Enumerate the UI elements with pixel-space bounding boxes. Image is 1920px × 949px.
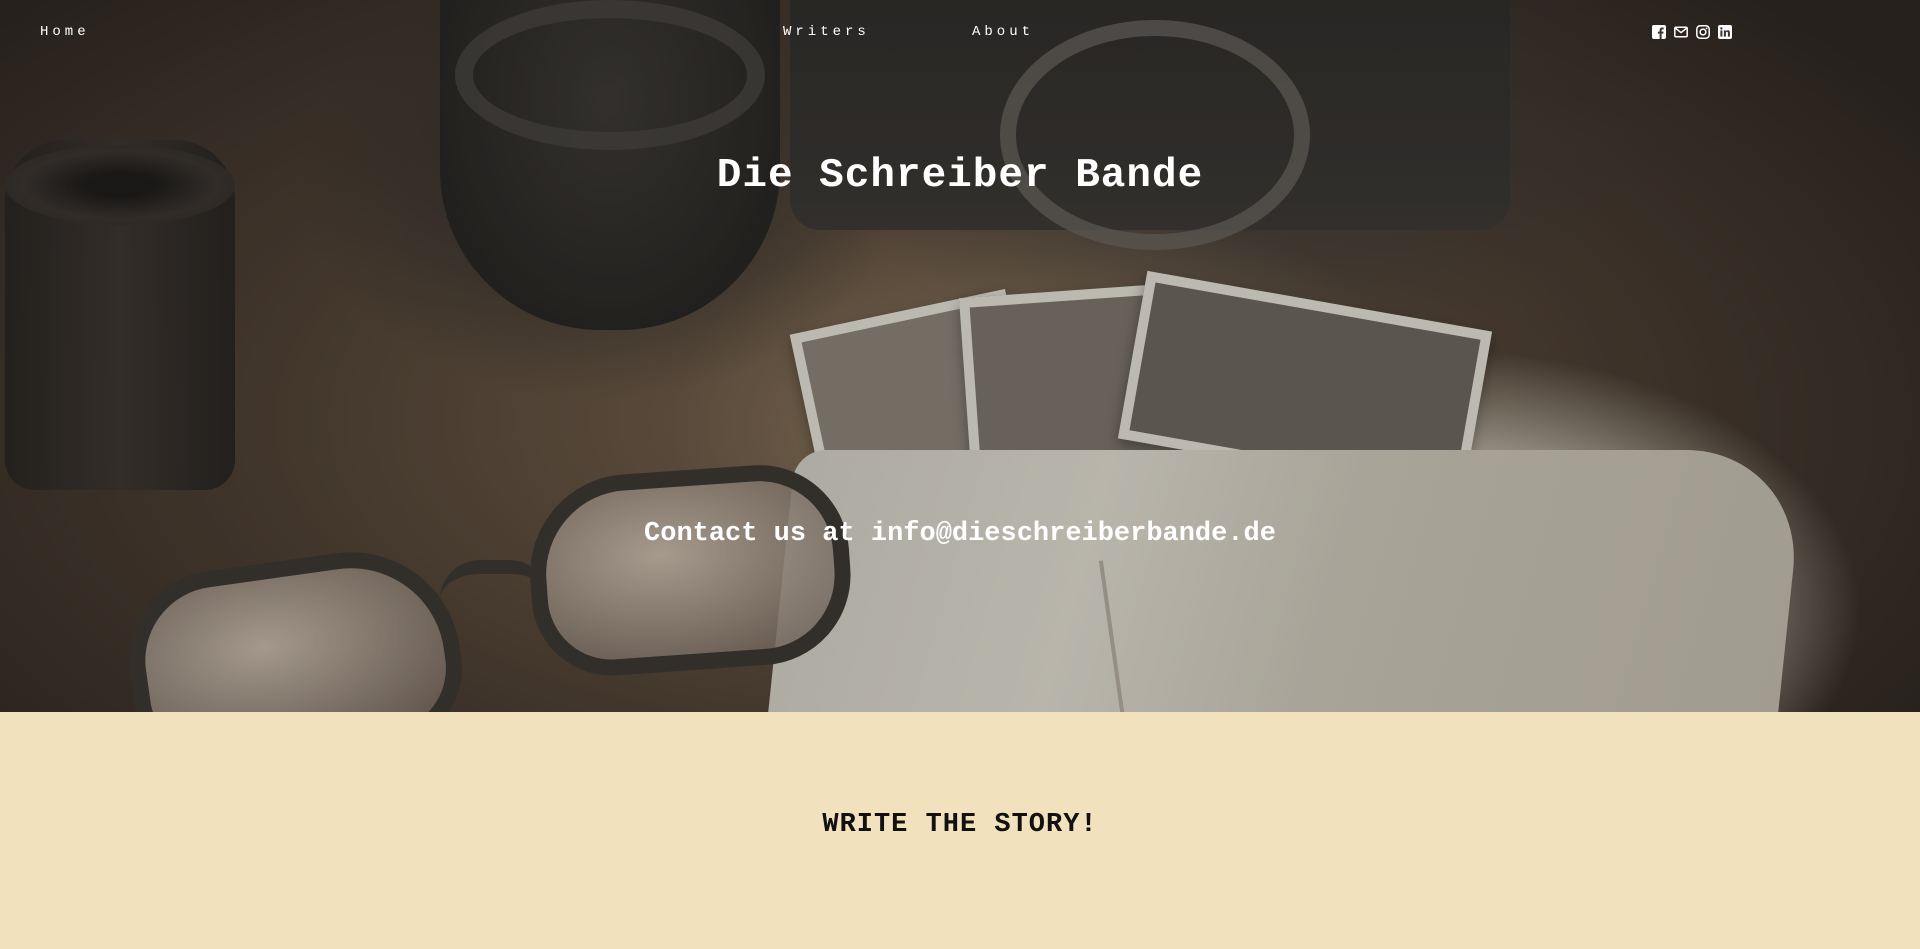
social-links [1652, 25, 1732, 39]
linkedin-icon[interactable] [1718, 25, 1732, 39]
facebook-icon[interactable] [1652, 25, 1666, 39]
instagram-icon[interactable] [1696, 25, 1710, 39]
site-title: Die Schreiber Bande [716, 153, 1204, 199]
nav-about-link[interactable]: About [972, 24, 1034, 40]
hero-banner: Home Writers About Die Schreiber Bande C… [0, 0, 1920, 712]
top-navigation: Home Writers About [0, 0, 1920, 66]
email-icon[interactable] [1674, 25, 1688, 39]
nav-home-link[interactable]: Home [40, 24, 90, 40]
nav-writers-link[interactable]: Writers [783, 24, 870, 40]
story-section: WRITE THE STORY! [0, 712, 1920, 949]
story-heading: WRITE THE STORY! [822, 810, 1098, 840]
hero-overlay [0, 0, 1920, 712]
contact-text: Contact us at info@dieschreiberbande.de [644, 519, 1276, 549]
